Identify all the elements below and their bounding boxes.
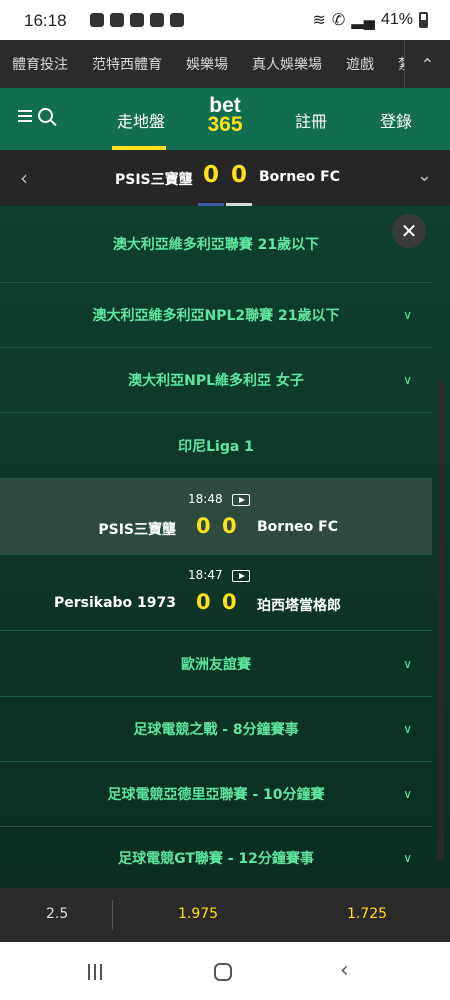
top-nav-live-casino[interactable]: 真人娛樂場	[252, 54, 322, 74]
competition-label: 印尼Liga 1	[178, 438, 254, 455]
bet365-logo[interactable]: bet 365	[200, 95, 250, 136]
status-time: 16:18	[24, 11, 67, 30]
match-away-team: 珀西塔當格郎	[257, 598, 341, 614]
top-nav-sports[interactable]: 體育投注	[12, 54, 68, 74]
menu-search-button[interactable]	[18, 108, 53, 123]
status-right: ≋ ✆ ▂▄ 41%	[313, 10, 428, 30]
match-time: 18:48	[188, 492, 223, 506]
match-home-team: Persikabo 1973	[53, 595, 176, 611]
chevron-left-icon[interactable]: ‹	[20, 166, 28, 190]
video-play-icon	[232, 570, 250, 582]
chevron-down-icon: ∨	[403, 656, 412, 671]
competition-label: 足球電競之戰 - 8分鐘賽事	[133, 722, 299, 738]
battery-icon	[419, 12, 428, 28]
wifi-icon: ≋	[312, 12, 326, 29]
video-play-icon	[232, 494, 250, 506]
odds-over-button[interactable]: 1.975	[178, 906, 218, 922]
match-row-selected[interactable]: 18:48 PSIS三寶壟 0 0 Borneo FC	[0, 479, 432, 555]
match-home-team: PSIS三寶壟	[98, 522, 176, 538]
register-link[interactable]: 註冊	[295, 108, 327, 132]
home-icon[interactable]	[214, 963, 232, 981]
away-score: 0	[231, 162, 248, 188]
recent-apps-icon[interactable]	[88, 964, 102, 980]
chevron-down-icon: ∨	[403, 787, 412, 801]
competition-row[interactable]: 足球電競之戰 - 8分鐘賽事 ∨	[0, 697, 432, 762]
odds-bar: 2.5 1.975 1.725	[0, 888, 450, 942]
odds-handicap: 2.5	[46, 906, 69, 922]
signal-icon: ▂▄	[351, 12, 375, 29]
close-icon[interactable]: ✕	[392, 214, 426, 248]
top-nav-casino[interactable]: 娛樂場	[186, 54, 228, 74]
competition-row[interactable]: 歐洲友誼賽 ∨	[0, 631, 432, 697]
camera-icon	[150, 13, 164, 27]
chevron-down-icon: ∨	[403, 850, 412, 865]
chevron-up-icon[interactable]: ⌃	[404, 40, 450, 88]
live-in-play-link[interactable]: 走地盤	[117, 108, 165, 132]
match-scoreboard: ‹ PSIS三寶壟 0 0 Borneo FC ⌄	[0, 150, 450, 206]
competition-label: 澳大利亞維多利亞NPL2聯賽 21歲以下	[92, 308, 340, 324]
status-bar: 16:18 ≋ ✆ ▂▄ 41%	[0, 0, 450, 40]
competition-label: 歐洲友誼賽	[181, 656, 251, 673]
back-icon[interactable]: ‹	[340, 958, 349, 983]
top-nav: 體育投注 范特西體育 娛樂場 真人娛樂場 遊戲 紮 ⌃	[0, 40, 450, 88]
match-away-score: 0	[222, 514, 237, 538]
match-home-score: 0	[196, 590, 211, 614]
top-nav-games[interactable]: 遊戲	[346, 54, 374, 74]
logo-text-365: 365	[207, 113, 243, 136]
competition-label: 足球電競GT聯賽 - 12分鐘賽事	[118, 850, 314, 867]
chevron-down-icon: ∨	[403, 722, 412, 736]
game-icon	[130, 13, 144, 27]
overlay-scrollbar[interactable]	[438, 380, 444, 860]
chevron-down-icon[interactable]: ⌄	[417, 165, 432, 186]
login-link[interactable]: 登錄	[380, 108, 412, 132]
competition-row[interactable]: 澳大利亞維多利亞NPL2聯賽 21歲以下 ∨	[0, 283, 432, 348]
brand-icon	[170, 13, 184, 27]
competition-row[interactable]: 澳大利亞維多利亞聯賽 21歲以下 ∨	[0, 206, 432, 283]
notification-icon	[90, 13, 104, 27]
call-icon: ✆	[331, 12, 346, 29]
match-time: 18:47	[188, 568, 223, 582]
competition-label: 澳大利亞維多利亞聯賽 21歲以下	[112, 237, 320, 253]
competition-row[interactable]: 足球電競GT聯賽 - 12分鐘賽事 ∨	[0, 827, 432, 888]
menu-icon	[18, 109, 32, 122]
app-header: 走地盤 bet 365 註冊 登錄	[0, 88, 450, 150]
competition-label: 足球電競亞德里亞聯賽 - 10分鐘賽	[107, 787, 325, 803]
chat-icon	[110, 13, 124, 27]
competition-row[interactable]: 足球電競亞德里亞聯賽 - 10分鐘賽 ∨	[0, 762, 432, 827]
competition-label: 澳大利亞NPL維多利亞 女子	[128, 373, 304, 389]
odds-divider	[112, 900, 113, 930]
top-nav-fantasy[interactable]: 范特西體育	[92, 54, 162, 74]
match-row[interactable]: 18:47 Persikabo 1973 0 0 珀西塔當格郎	[0, 555, 432, 631]
home-score: 0	[203, 162, 220, 188]
away-team: Borneo FC	[259, 169, 340, 185]
match-away-score: 0	[222, 590, 237, 614]
home-team: PSIS三寶壟	[115, 172, 193, 188]
match-away-team: Borneo FC	[257, 519, 338, 535]
chevron-down-icon: ∨	[403, 373, 412, 387]
system-nav-bar: ‹	[0, 942, 450, 1000]
competition-header[interactable]: 印尼Liga 1	[0, 413, 432, 479]
match-home-score: 0	[196, 514, 211, 538]
battery-percent: 41%	[380, 11, 413, 28]
search-icon	[38, 108, 53, 123]
notification-icons	[90, 13, 184, 27]
odds-under-button[interactable]: 1.725	[347, 906, 387, 922]
competition-row[interactable]: 澳大利亞NPL維多利亞 女子 ∨	[0, 348, 432, 413]
live-match-list-overlay: 澳大利亞維多利亞聯賽 21歲以下 ∨ 澳大利亞維多利亞NPL2聯賽 21歲以下 …	[0, 206, 450, 888]
chevron-down-icon: ∨	[403, 308, 412, 322]
